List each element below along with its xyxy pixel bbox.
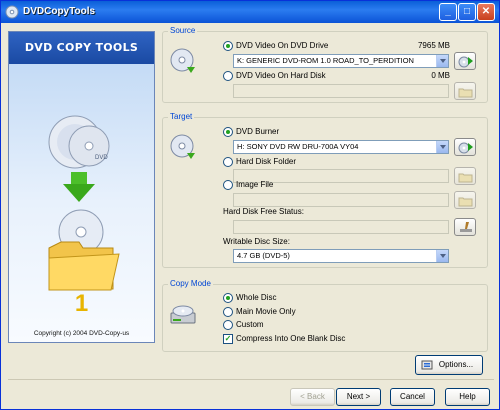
target-group-label: Target [168,112,195,121]
step-number: 1 [74,290,89,317]
refresh-drive-icon [458,56,473,68]
title-bar[interactable]: DVDCopyTools _ □ ✕ [1,1,499,23]
disc-size-value: 4.7 GB (DVD-5) [237,251,290,260]
target-image-browse-button[interactable] [454,191,476,209]
help-button[interactable]: Help [445,388,490,406]
source-group-label: Source [168,26,198,35]
main-window: DVDCopyTools _ □ ✕ DVD COPY TOOLS DVD 1 … [0,0,500,410]
chevron-down-icon[interactable] [436,55,448,67]
source-drive-size: 7965 MB [417,41,450,50]
clean-disk-button[interactable] [454,218,476,236]
banner-heading: DVD COPY TOOLS [9,32,154,64]
source-hard-disk-radio[interactable] [223,71,233,81]
target-dvd-burner-radio[interactable] [223,127,233,137]
back-button[interactable]: < Back [290,388,335,406]
banner-illustration: DVD [48,115,120,291]
target-burner-value: H: SONY DVD RW DRU-700A VY04 [237,142,359,151]
chevron-down-icon[interactable] [436,141,448,153]
copy-mode-group-label: Copy Mode [168,279,213,288]
disc-drive-icon [170,305,196,324]
target-folder-radio[interactable] [223,157,233,167]
next-button[interactable]: Next > [336,388,381,406]
folder-browse-icon [458,88,473,98]
options-label: Options... [438,360,474,369]
mode-custom-label: Custom [236,320,264,329]
refresh-drive-icon [458,142,473,154]
target-folder-browse-button[interactable] [454,167,476,185]
mode-custom-radio[interactable] [223,320,233,330]
source-drive-select[interactable]: K: GENERIC DVD-ROM 1.0 ROAD_TO_PERDITION [233,54,449,68]
source-hdd-path-field[interactable] [233,84,449,98]
footer-divider [8,379,494,380]
source-hdd-size: 0 MB [431,71,450,80]
folder-browse-icon [458,173,473,183]
source-drive-value: K: GENERIC DVD-ROM 1.0 ROAD_TO_PERDITION [237,56,414,65]
cancel-button[interactable]: Cancel [390,388,435,406]
source-dvd-drive-radio[interactable] [223,41,233,51]
minimize-button[interactable]: _ [439,3,457,21]
disc-size-label: Writable Disc Size: [223,237,290,246]
options-icon [421,360,433,370]
copyright-text: Copyright (c) 2004 DVD-Copy-us [33,330,130,337]
close-button[interactable]: ✕ [477,3,495,21]
disc-size-select[interactable]: 4.7 GB (DVD-5) [233,249,449,263]
target-burner-select[interactable]: H: SONY DVD RW DRU-700A VY04 [233,140,449,154]
mode-main-movie-radio[interactable] [223,307,233,317]
brush-icon [460,222,472,232]
free-status-field [233,220,449,234]
app-disc-icon [5,5,19,19]
source-browse-button[interactable] [454,82,476,100]
chevron-down-icon[interactable] [436,250,448,262]
mode-main-movie-label: Main Movie Only [236,307,296,316]
options-button[interactable]: Options... [415,355,483,375]
compress-checkbox[interactable]: ✓ [223,334,233,344]
svg-text:DVD: DVD [95,155,108,161]
mode-whole-disc-label: Whole Disc [236,293,277,302]
banner-panel: DVD COPY TOOLS DVD 1 Copyright (c) 2004 … [8,31,155,343]
dvd-disc-icon: DVD [48,115,110,169]
target-folder-label: Hard Disk Folder [236,157,297,166]
maximize-button[interactable]: □ [458,3,476,21]
source-refresh-button[interactable] [454,52,476,70]
target-dvd-burner-label: DVD Burner [236,127,280,136]
compress-label: Compress Into One Blank Disc [236,334,346,343]
target-image-path-field[interactable] [233,193,449,207]
target-image-radio[interactable] [223,180,233,190]
target-disc-icon [170,134,195,159]
source-hard-disk-label: DVD Video On Hard Disk [236,71,326,80]
free-status-label: Hard Disk Free Status: [223,207,304,216]
mode-whole-disc-radio[interactable] [223,293,233,303]
folder-browse-icon [458,197,473,207]
window-title: DVDCopyTools [23,6,96,17]
source-disc-icon [170,48,195,73]
disc-folder-icon [48,209,120,291]
target-refresh-button[interactable] [454,138,476,156]
source-dvd-drive-label: DVD Video On DVD Drive [236,41,329,50]
down-arrow-icon [63,172,95,202]
target-image-label: Image File [236,180,274,189]
